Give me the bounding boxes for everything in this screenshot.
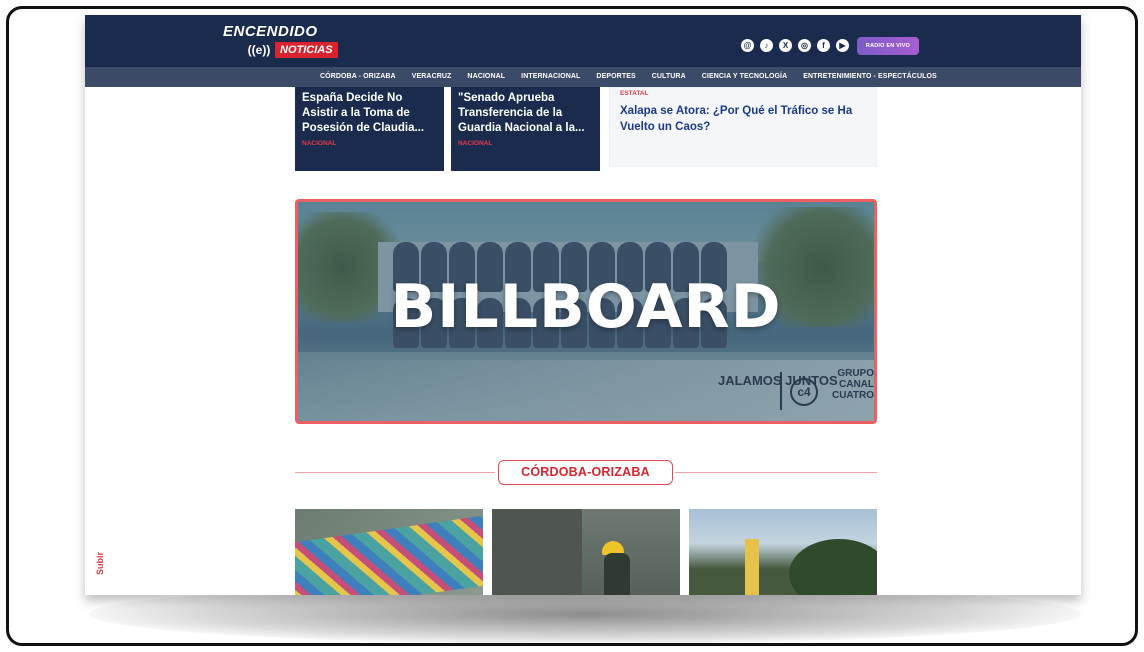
nav-item-veracruz[interactable]: VERACRUZ bbox=[412, 67, 452, 87]
threads-icon[interactable]: @ bbox=[741, 39, 754, 52]
nav-item-internacional[interactable]: INTERNACIONAL bbox=[521, 67, 580, 87]
news-card-category[interactable]: ESTATAL bbox=[620, 90, 866, 97]
billboard-ad[interactable]: BILLBOARD JALAMOS JUNTOS c4 GRUPO CANAL … bbox=[295, 199, 877, 424]
tree-image bbox=[789, 539, 877, 595]
section-title[interactable]: CÓRDOBA-ORIZABA bbox=[498, 460, 673, 485]
church-tower-image bbox=[745, 539, 759, 595]
nav-item-cultura[interactable]: CULTURA bbox=[652, 67, 686, 87]
back-to-top-link[interactable]: Subir bbox=[95, 552, 105, 575]
x-icon[interactable]: X bbox=[779, 39, 792, 52]
nav-item-entretenimiento[interactable]: ENTRETENIMIENTO - ESPECTÁCULOS bbox=[803, 67, 937, 87]
news-card-title[interactable]: España Decide No Asistir a la Toma de Po… bbox=[302, 91, 437, 136]
news-card-category[interactable]: NACIONAL bbox=[458, 140, 593, 147]
logo-wordmark: ENCENDIDO bbox=[223, 23, 318, 40]
news-card-title[interactable]: "Senado Aprueba Transferencia de la Guar… bbox=[458, 91, 593, 136]
billboard-band bbox=[298, 360, 874, 421]
site-logo[interactable]: ENCENDIDO ((e)) NOTICIAS bbox=[223, 23, 338, 63]
billboard-label: BILLBOARD bbox=[390, 272, 782, 342]
radio-live-button[interactable]: RADIO EN VIVO bbox=[857, 37, 919, 55]
section-divider-right bbox=[675, 472, 877, 473]
nav-item-cordoba-orizaba[interactable]: CÓRDOBA - ORIZABA bbox=[320, 67, 396, 87]
nav-item-ciencia-tecnologia[interactable]: CIENCIA Y TECNOLOGÍA bbox=[702, 67, 788, 87]
site-header: ENCENDIDO ((e)) NOTICIAS @ ♪ X ◎ f ▶ RAD… bbox=[85, 15, 1081, 67]
article-thumbnail[interactable] bbox=[689, 509, 877, 595]
article-thumbnail[interactable] bbox=[492, 509, 680, 595]
logo-signal-icon: ((e)) bbox=[247, 43, 271, 57]
youtube-icon[interactable]: ▶ bbox=[836, 39, 849, 52]
news-card-title[interactable]: Xalapa se Atora: ¿Por Qué el Tráfico se … bbox=[620, 103, 866, 135]
social-links: @ ♪ X ◎ f ▶ bbox=[741, 39, 849, 52]
news-card-category[interactable]: NACIONAL bbox=[302, 140, 437, 147]
tiktok-icon[interactable]: ♪ bbox=[760, 39, 773, 52]
article-thumbnail[interactable] bbox=[295, 509, 483, 595]
news-card[interactable]: España Decide No Asistir a la Toma de Po… bbox=[295, 87, 444, 171]
facebook-icon[interactable]: f bbox=[817, 39, 830, 52]
instagram-icon[interactable]: ◎ bbox=[798, 39, 811, 52]
flower-carpet-image bbox=[295, 515, 483, 595]
news-card-text[interactable]: ESTATAL Xalapa se Atora: ¿Por Qué el Trá… bbox=[609, 87, 877, 167]
grupo-canal-cuatro-logo: GRUPO CANAL CUATRO bbox=[831, 368, 874, 401]
browser-viewport: ENCENDIDO ((e)) NOTICIAS @ ♪ X ◎ f ▶ RAD… bbox=[85, 15, 1081, 595]
jalamos-juntos-logo: JALAMOS JUNTOS bbox=[718, 373, 838, 388]
nav-item-nacional[interactable]: NACIONAL bbox=[467, 67, 505, 87]
worker-image bbox=[604, 553, 630, 595]
logo-badge: NOTICIAS bbox=[275, 42, 338, 58]
device-frame: ENCENDIDO ((e)) NOTICIAS @ ♪ X ◎ f ▶ RAD… bbox=[6, 6, 1138, 646]
nav-item-deportes[interactable]: DEPORTES bbox=[596, 67, 635, 87]
wall-image bbox=[492, 509, 582, 595]
news-card[interactable]: "Senado Aprueba Transferencia de la Guar… bbox=[451, 87, 600, 171]
main-nav: CÓRDOBA - ORIZABA VERACRUZ NACIONAL INTE… bbox=[85, 67, 1081, 87]
canal-cuatro-mark-icon: c4 bbox=[790, 378, 818, 406]
section-divider-left bbox=[295, 472, 495, 473]
logo-divider bbox=[780, 372, 782, 410]
